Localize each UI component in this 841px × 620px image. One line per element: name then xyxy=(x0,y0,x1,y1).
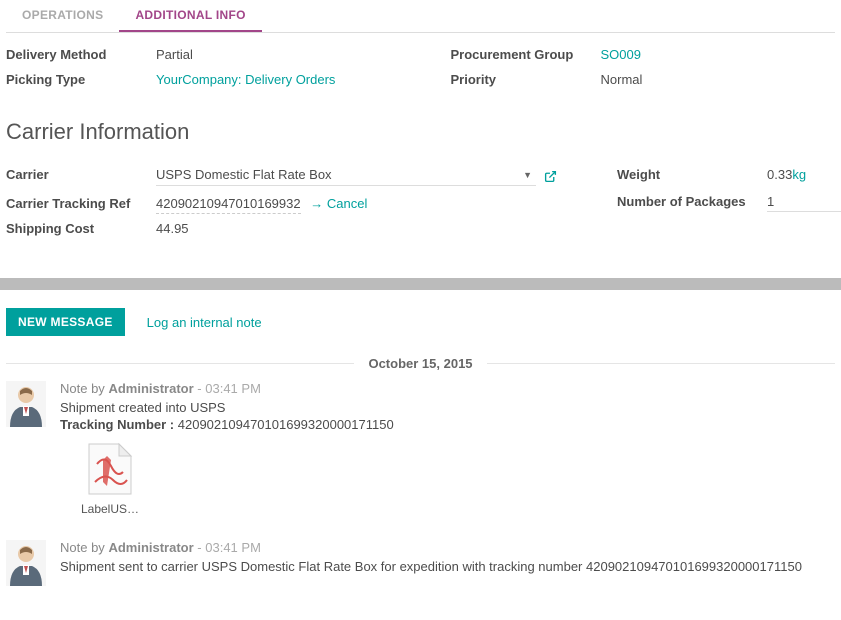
carrier-label: Carrier xyxy=(6,167,156,182)
form-additional-info: Delivery Method Partial Picking Type You… xyxy=(0,33,841,270)
shipping-cost-value: 44.95 xyxy=(156,221,557,236)
weight-value: 0.33 xyxy=(767,167,792,182)
avatar xyxy=(6,381,46,427)
note-item: Note by Administrator - 03:41 PM Shipmen… xyxy=(6,381,835,516)
log-internal-note-link[interactable]: Log an internal note xyxy=(147,315,262,330)
priority-label: Priority xyxy=(451,72,601,87)
note-tracking: Tracking Number : 4209021094701016993200… xyxy=(60,417,835,432)
tab-operations[interactable]: OPERATIONS xyxy=(6,0,119,32)
external-link-icon[interactable] xyxy=(544,170,557,183)
section-divider xyxy=(0,278,841,290)
delivery-method-label: Delivery Method xyxy=(6,47,156,62)
note-byline: Note by Administrator - 03:41 PM xyxy=(60,540,835,555)
messaging-section: NEW MESSAGE Log an internal note October… xyxy=(0,290,841,620)
attachment-name: LabelUS… xyxy=(60,502,160,516)
note-text: Shipment sent to carrier USPS Domestic F… xyxy=(60,559,835,574)
carrier-select[interactable]: USPS Domestic Flat Rate Box ▼ xyxy=(156,167,536,186)
weight-label: Weight xyxy=(617,167,767,182)
delivery-method-value: Partial xyxy=(156,47,391,62)
picking-type-value[interactable]: YourCompany: Delivery Orders xyxy=(156,72,391,87)
carrier-select-text: USPS Domestic Flat Rate Box xyxy=(156,167,519,182)
pdf-icon xyxy=(85,442,135,496)
picking-type-label: Picking Type xyxy=(6,72,156,87)
tracking-ref-label: Carrier Tracking Ref xyxy=(6,196,156,211)
tabs: OPERATIONS ADDITIONAL INFO xyxy=(6,0,835,33)
attachment[interactable]: LabelUS… xyxy=(60,442,160,516)
procurement-group-value[interactable]: SO009 xyxy=(601,47,836,62)
date-label: October 15, 2015 xyxy=(354,356,486,371)
tab-additional-info[interactable]: ADDITIONAL INFO xyxy=(119,0,261,32)
note-text: Shipment created into USPS xyxy=(60,400,835,415)
note-byline: Note by Administrator - 03:41 PM xyxy=(60,381,835,396)
note-item: Note by Administrator - 03:41 PM Shipmen… xyxy=(6,540,835,586)
packages-input[interactable] xyxy=(767,192,841,212)
cancel-button[interactable]: Cancel xyxy=(310,196,367,211)
chevron-down-icon: ▼ xyxy=(523,170,532,180)
new-message-button[interactable]: NEW MESSAGE xyxy=(6,308,125,336)
weight-unit: kg xyxy=(792,167,806,182)
priority-value: Normal xyxy=(601,72,836,87)
avatar xyxy=(6,540,46,586)
shipping-cost-label: Shipping Cost xyxy=(6,221,156,236)
carrier-info-heading: Carrier Information xyxy=(6,119,835,145)
procurement-group-label: Procurement Group xyxy=(451,47,601,62)
tracking-ref-value[interactable]: 42090210947010169932 xyxy=(156,196,301,214)
date-divider: October 15, 2015 xyxy=(6,356,835,371)
packages-label: Number of Packages xyxy=(617,194,767,209)
